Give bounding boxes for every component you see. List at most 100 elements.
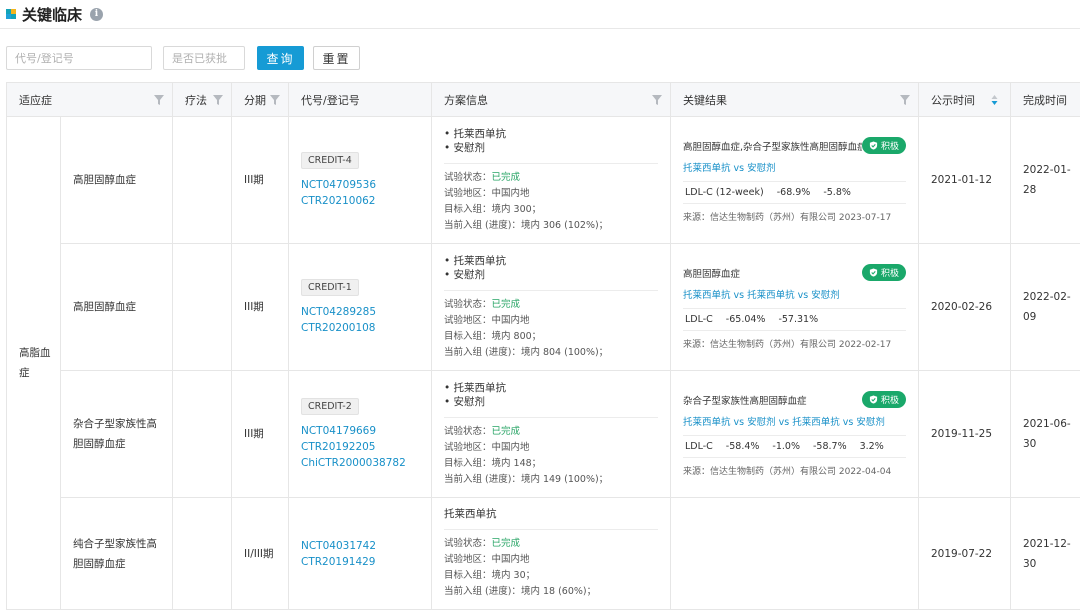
section-header: 关键临床 i [6, 4, 104, 24]
registry-link[interactable]: ChiCTR2000038782 [301, 455, 419, 471]
trial-region-value: 中国内地 [491, 314, 530, 326]
drug-item: • 安慰剂 [444, 268, 486, 281]
trial-region: 试验地区：中国内地 [444, 440, 658, 456]
registry-link[interactable]: NCT04031742 [301, 538, 419, 554]
metric-name: LDL-C [685, 441, 713, 452]
col-therapy-label: 疗法 [185, 93, 207, 107]
complete-date-cell: 2022-01-28 [1010, 116, 1080, 244]
col-phase: 分期 [231, 82, 289, 117]
comparison-arms[interactable]: 托莱西单抗 vs 安慰剂 vs 托莱西单抗 vs 安慰剂 [683, 414, 906, 428]
therapy-cell [172, 243, 232, 371]
filter-icon[interactable] [154, 95, 164, 105]
phase: III期 [244, 174, 264, 186]
metric-value: -1.0% [772, 441, 800, 452]
col-complete-label: 完成时间 [1023, 93, 1067, 107]
comparison-arms[interactable]: 托莱西单抗 vs 安慰剂 [683, 160, 906, 174]
table-row: 纯合子型家族性高胆固醇血症 II/III期 NCT04031742 CTR201… [7, 497, 1080, 610]
clinical-table: 适应症 疗法 分期 代号/登记号 方案信息 关键结果 公示时间 完成时间 高脂血… [6, 82, 1080, 610]
result-title: 高胆固醇血症 [683, 268, 741, 280]
publish-date-cell: 2019-07-22 [918, 497, 1011, 610]
search-button[interactable]: 查询 [257, 46, 304, 70]
drug-item: • 托莱西单抗 [444, 127, 507, 140]
plan-cell: 托莱西单抗 试验状态：已完成 试验地区：中国内地 目标入组：境内 30； 当前入… [431, 497, 671, 610]
col-indication-label: 适应症 [19, 93, 52, 107]
metric-value: -68.9% [776, 187, 811, 198]
badge-label: 积极 [880, 142, 899, 152]
sub-indication-cell: 高胆固醇血症 [60, 243, 173, 371]
filter-icon[interactable] [213, 95, 223, 105]
reset-button[interactable]: 重置 [313, 46, 360, 70]
complete-date: 2022-02-09 [1023, 291, 1071, 323]
complete-date-cell: 2022-02-09 [1010, 243, 1080, 371]
filter-icon[interactable] [900, 95, 910, 105]
publish-date-cell: 2019-11-25 [918, 370, 1011, 498]
col-therapy: 疗法 [172, 82, 232, 117]
registry-link[interactable]: CTR20191429 [301, 554, 419, 570]
trial-target-label: 目标入组： [444, 203, 492, 215]
trial-region-value: 中国内地 [491, 441, 530, 453]
code-search-input[interactable] [6, 46, 152, 70]
metric-value: -65.04% [725, 314, 766, 325]
trial-target-label: 目标入组： [444, 570, 492, 581]
trial-current: 当前入组 (进度)：境内 149 (100%)； [444, 472, 658, 488]
publish-date: 2020-02-26 [931, 301, 993, 313]
drug-item: • 安慰剂 [444, 395, 486, 408]
phase-cell: III期 [231, 116, 289, 244]
trial-region-label: 试验地区： [444, 441, 492, 453]
col-result-label: 关键结果 [683, 93, 727, 107]
approved-select[interactable] [163, 46, 245, 70]
drug-item: • 托莱西单抗 [444, 254, 507, 267]
shield-check-icon [869, 268, 878, 277]
trial-target-value: 境内 300； [491, 203, 542, 215]
registry-link[interactable]: NCT04179669 [301, 423, 419, 439]
complete-date: 2021-12-30 [1023, 537, 1071, 570]
trial-current-value: 境内 18 (60%)； [520, 586, 597, 597]
complete-date: 2022-01-28 [1023, 164, 1071, 196]
therapy-cell [172, 370, 232, 498]
col-complete[interactable]: 完成时间 [1010, 82, 1080, 117]
phase-cell: III期 [231, 370, 289, 498]
result-cell: 高胆固醇血症,杂合子型家族性高胆固醇血症 积极 托莱西单抗 vs 安慰剂 LDL… [670, 116, 919, 244]
sub-indication-cell: 高胆固醇血症 [60, 116, 173, 244]
phase: III期 [244, 301, 264, 313]
code-cell: CREDIT-1 NCT04289285 CTR20200108 [288, 243, 432, 371]
study-tag: CREDIT-2 [301, 397, 359, 415]
trial-status: 试验状态：已完成 [444, 297, 658, 313]
filter-icon[interactable] [270, 95, 280, 105]
plan-divider [444, 289, 658, 291]
trial-target-value: 境内 148； [491, 457, 542, 469]
plan-cell: • 托莱西单抗 • 安慰剂 试验状态：已完成 试验地区：中国内地 目标入组：境内… [431, 243, 671, 371]
col-indication: 适应症 [6, 82, 173, 117]
trial-target-label: 目标入组： [444, 457, 492, 469]
study-tag: CREDIT-4 [301, 151, 359, 169]
filter-icon[interactable] [652, 95, 662, 105]
info-icon[interactable]: i [90, 7, 104, 21]
drug-item: 托莱西单抗 [444, 508, 497, 520]
trial-region-value: 中国内地 [491, 554, 530, 565]
col-result: 关键结果 [670, 82, 919, 117]
registry-link[interactable]: NCT04709536 [301, 177, 419, 193]
trial-current-label: 当前入组 (进度)： [444, 346, 521, 358]
code-cell: NCT04031742 CTR20191429 [288, 497, 432, 610]
registry-link[interactable]: CTR20210062 [301, 193, 419, 209]
table-row: 高胆固醇血症 III期 CREDIT-1 NCT04289285 CTR2020… [7, 243, 1080, 371]
result-source: 来源：信达生物制药（苏州）有限公司 2023-07-17 [683, 213, 892, 223]
plan-divider [444, 416, 658, 418]
metric-value: -58.7% [812, 441, 847, 452]
col-publish[interactable]: 公示时间 [918, 82, 1011, 117]
badge-label: 积极 [880, 269, 899, 279]
phase-cell: III期 [231, 243, 289, 371]
sort-icon[interactable] [991, 94, 998, 106]
publish-date: 2021-01-12 [931, 174, 993, 186]
metric-value: 3.2% [859, 441, 884, 452]
sub-indication: 高胆固醇血症 [73, 301, 136, 313]
metric-name: LDL-C (12-week) [685, 187, 764, 198]
comparison-arms[interactable]: 托莱西单抗 vs 托莱西单抗 vs 安慰剂 [683, 287, 906, 301]
sub-indication: 杂合子型家族性高胆固醇血症 [73, 418, 157, 450]
trial-current-value: 境内 149 (100%)； [520, 473, 609, 485]
registry-link[interactable]: CTR20192205 [301, 439, 419, 455]
complete-date-cell: 2021-12-30 [1010, 497, 1080, 610]
registry-link[interactable]: CTR20200108 [301, 320, 419, 336]
registry-link[interactable]: NCT04289285 [301, 304, 419, 320]
sub-indication: 高胆固醇血症 [73, 174, 136, 186]
